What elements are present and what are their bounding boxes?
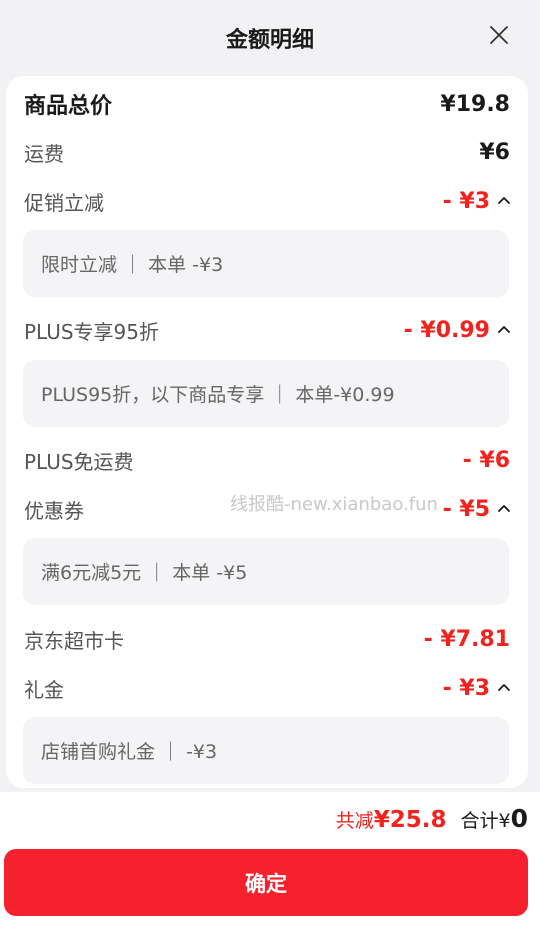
gift-value: - ¥3 <box>442 675 490 701</box>
saved-value: ¥25.8 <box>373 807 447 833</box>
sheet-header: 金额明细 <box>0 0 540 74</box>
gift-value-wrap: - ¥3 <box>443 676 510 701</box>
footer-bar: 共减 ¥25.8 合计 ¥ 0 确定 <box>0 792 540 948</box>
total-currency: ¥ <box>498 810 511 832</box>
plus95-label: PLUS专享95折 <box>24 319 159 344</box>
jd-card-label: 京东超市卡 <box>24 628 124 653</box>
chevron-up-icon[interactable] <box>498 324 510 336</box>
price-breakdown-card: 商品总价 ¥19.8 运费 ¥6 促销立减 - ¥3 限时立减 ｜ 本单 -¥3… <box>6 76 528 788</box>
chevron-up-icon[interactable] <box>498 682 510 694</box>
total-price-label: 商品总价 <box>24 94 113 119</box>
plus95-detail: PLUS95折，以下商品专享 ｜ 本单-¥0.99 <box>23 360 509 427</box>
row-promo-discount[interactable]: 促销立减 - ¥3 <box>24 185 510 217</box>
row-plus-free-shipping: PLUS免运费 - ¥6 <box>24 444 510 476</box>
coupon-value: - ¥5 <box>442 496 490 522</box>
order-summary: 共减 ¥25.8 合计 ¥ 0 <box>336 804 528 834</box>
confirm-button[interactable]: 确定 <box>4 849 528 916</box>
coupon-label: 优惠券 <box>24 498 84 523</box>
promo-label: 促销立减 <box>24 190 104 215</box>
row-jd-card: 京东超市卡 - ¥7.81 <box>24 623 510 655</box>
total-price-value: ¥19.8 <box>440 91 510 117</box>
amount-detail-sheet: 金额明细 商品总价 ¥19.8 运费 ¥6 促销立减 - ¥3 限时立减 ｜ 本… <box>0 0 540 948</box>
chevron-up-icon[interactable] <box>498 503 510 515</box>
row-plus-95[interactable]: PLUS专享95折 - ¥0.99 <box>24 314 510 346</box>
row-coupon[interactable]: 优惠券 - ¥5 <box>24 493 510 525</box>
gift-label: 礼金 <box>24 677 64 702</box>
chevron-up-icon[interactable] <box>498 195 510 207</box>
plus95-value: - ¥0.99 <box>403 317 490 343</box>
promo-value-wrap: - ¥3 <box>443 189 510 214</box>
saved-label: 共减 <box>335 810 374 832</box>
coupon-detail: 满6元减5元 ｜ 本单 -¥5 <box>23 538 509 605</box>
total-value: 0 <box>510 804 528 833</box>
plus-free-ship-value: - ¥6 <box>462 447 510 473</box>
row-gift-money[interactable]: 礼金 - ¥3 <box>24 672 510 704</box>
gift-detail: 店铺首购礼金 ｜ -¥3 <box>23 717 509 784</box>
jd-card-value: - ¥7.81 <box>423 626 510 652</box>
plus95-value-wrap: - ¥0.99 <box>404 318 510 343</box>
total-label: 合计 <box>460 810 499 832</box>
row-shipping: 运费 ¥6 <box>24 136 510 168</box>
plus-free-ship-label: PLUS免运费 <box>24 449 134 474</box>
promo-value: - ¥3 <box>442 188 490 214</box>
promo-detail: 限时立减 ｜ 本单 -¥3 <box>23 230 509 297</box>
close-icon[interactable] <box>488 24 510 46</box>
coupon-value-wrap: - ¥5 <box>443 497 510 522</box>
row-total-price: 商品总价 ¥19.8 <box>24 88 510 120</box>
sheet-title: 金额明细 <box>225 28 314 53</box>
shipping-value: ¥6 <box>479 139 510 165</box>
shipping-label: 运费 <box>24 141 64 166</box>
